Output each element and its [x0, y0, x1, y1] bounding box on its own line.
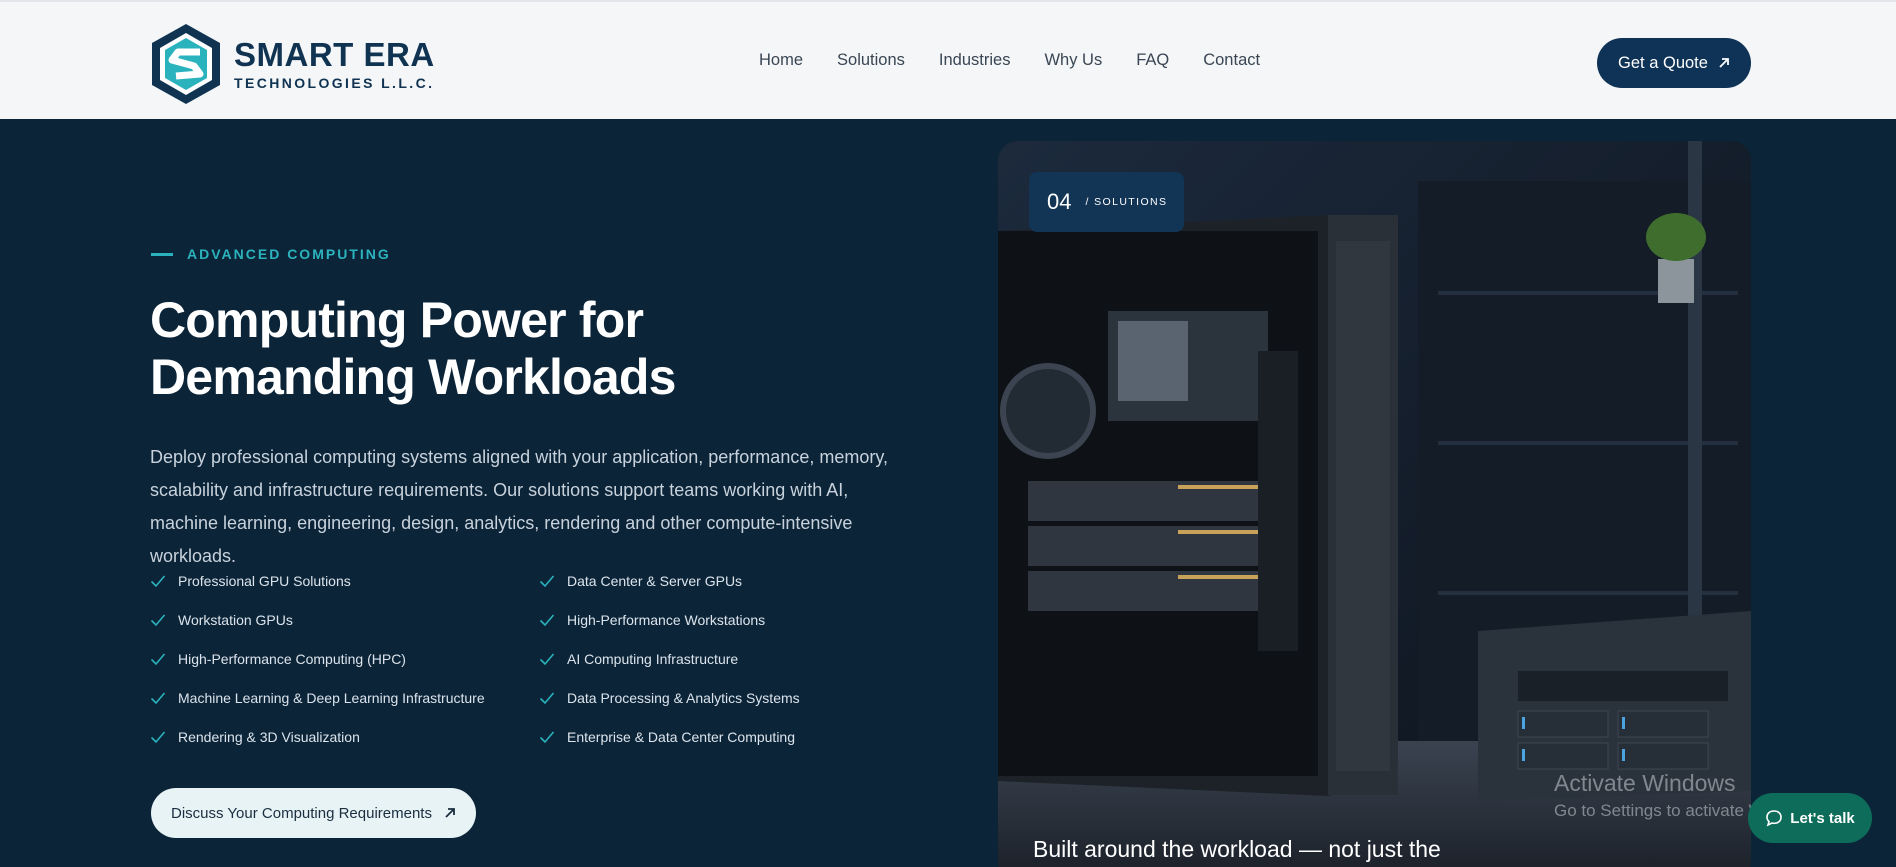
checkmark-icon: [539, 730, 555, 744]
badge-label: / SOLUTIONS: [1085, 196, 1168, 208]
brand-name: SMART ERA: [234, 35, 435, 73]
site-header: SMART ERA TECHNOLOGIES L.L.C. Home Solut…: [0, 0, 1896, 119]
hero-title-line2: Demanding Workloads: [150, 349, 676, 405]
feature-label: High-Performance Workstations: [567, 612, 766, 628]
badge-number: 04: [1047, 189, 1072, 214]
image-caption: Built around the workload — not just the: [1033, 836, 1441, 862]
hero-title: Computing Power for Demanding Workloads: [150, 292, 850, 406]
lets-talk-label: Let's talk: [1790, 809, 1855, 827]
brand-logo[interactable]: SMART ERA TECHNOLOGIES L.L.C.: [150, 22, 435, 106]
feature-list: Professional GPU Solutions Data Center &…: [150, 571, 850, 747]
feature-item: Enterprise & Data Center Computing: [539, 727, 849, 747]
chat-bubble-icon: [1765, 809, 1783, 827]
feature-label: AI Computing Infrastructure: [567, 651, 739, 667]
feature-label: Machine Learning & Deep Learning Infrast…: [178, 690, 485, 706]
discuss-requirements-label: Discuss Your Computing Requirements: [171, 804, 432, 822]
hero-eyebrow: ADVANCED COMPUTING: [151, 246, 391, 262]
feature-item: Professional GPU Solutions: [150, 571, 539, 591]
discuss-requirements-button[interactable]: Discuss Your Computing Requirements: [151, 788, 476, 838]
feature-item: Data Center & Server GPUs: [539, 571, 849, 591]
eyebrow-text: ADVANCED COMPUTING: [187, 246, 391, 262]
solutions-badge: 04 / SOLUTIONS: [1029, 172, 1184, 232]
nav-faq[interactable]: FAQ: [1136, 51, 1169, 70]
nav-solutions[interactable]: Solutions: [837, 51, 905, 70]
feature-item: Data Processing & Analytics Systems: [539, 688, 849, 708]
brand-subtitle: TECHNOLOGIES L.L.C.: [234, 74, 435, 91]
hero-image-card: 04 / SOLUTIONS Built around the workload…: [998, 141, 1751, 867]
feature-item: High-Performance Workstations: [539, 610, 849, 630]
feature-label: High-Performance Computing (HPC): [178, 651, 406, 667]
nav-home[interactable]: Home: [759, 51, 803, 70]
checkmark-icon: [150, 574, 166, 588]
feature-label: Workstation GPUs: [178, 612, 293, 628]
arrow-up-right-icon: [1718, 57, 1730, 69]
feature-item: High-Performance Computing (HPC): [150, 649, 539, 669]
checkmark-icon: [539, 652, 555, 666]
checkmark-icon: [150, 652, 166, 666]
checkmark-icon: [150, 691, 166, 705]
hero-title-line1: Computing Power for: [150, 292, 644, 348]
feature-label: Enterprise & Data Center Computing: [567, 729, 795, 745]
arrow-up-right-icon: [444, 807, 456, 819]
feature-label: Professional GPU Solutions: [178, 573, 351, 589]
feature-label: Data Processing & Analytics Systems: [567, 690, 800, 706]
workstation-photo: [998, 141, 1751, 867]
checkmark-icon: [539, 613, 555, 627]
feature-item: AI Computing Infrastructure: [539, 649, 849, 669]
checkmark-icon: [150, 730, 166, 744]
checkmark-icon: [539, 691, 555, 705]
hexagon-logo-icon: [152, 24, 220, 104]
checkmark-icon: [539, 574, 555, 588]
feature-item: Rendering & 3D Visualization: [150, 727, 539, 747]
nav-industries[interactable]: Industries: [939, 51, 1011, 70]
feature-label: Rendering & 3D Visualization: [178, 729, 360, 745]
hero-description: Deploy professional computing systems al…: [150, 447, 889, 566]
nav-contact[interactable]: Contact: [1203, 51, 1260, 70]
feature-item: Workstation GPUs: [150, 610, 539, 630]
get-quote-button[interactable]: Get a Quote: [1597, 38, 1751, 88]
feature-label: Data Center & Server GPUs: [567, 573, 743, 589]
get-quote-label: Get a Quote: [1618, 53, 1708, 72]
checkmark-icon: [150, 613, 166, 627]
lets-talk-button[interactable]: Let's talk: [1748, 793, 1872, 843]
feature-item: Machine Learning & Deep Learning Infrast…: [150, 688, 539, 708]
main-nav: Home Solutions Industries Why Us FAQ Con…: [759, 51, 1294, 70]
nav-why-us[interactable]: Why Us: [1044, 51, 1102, 70]
eyebrow-line: [151, 252, 173, 256]
